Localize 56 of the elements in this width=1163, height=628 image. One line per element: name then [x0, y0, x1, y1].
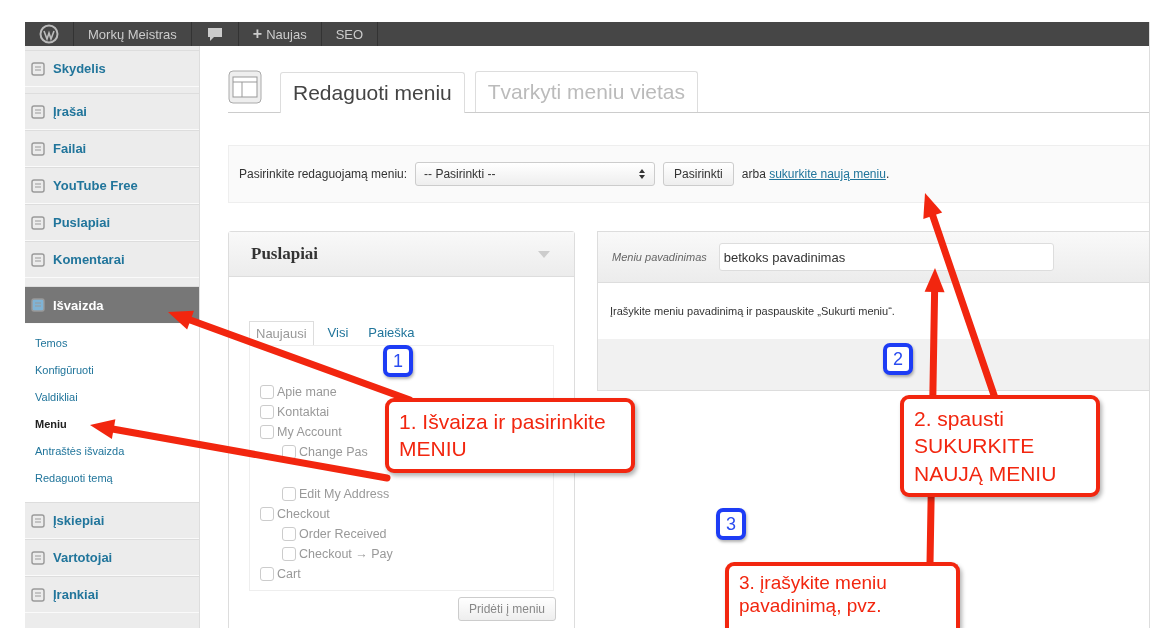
sidebar-item[interactable]: Failai — [25, 130, 199, 167]
menu-name-label: Meniu pavadinimas — [612, 251, 707, 263]
page-icon — [30, 103, 46, 120]
panel-title: Puslapiai — [251, 244, 319, 264]
page-icon — [30, 177, 46, 194]
step-number: 3 — [716, 508, 746, 540]
page-icon — [30, 297, 46, 313]
step-number: 2 — [883, 343, 913, 375]
page-icon — [30, 60, 46, 77]
menu-dropdown[interactable]: -- Pasirinkti -- — [415, 162, 656, 186]
page-checkbox[interactable]: Checkout → Pay — [282, 544, 393, 564]
create-menu-link[interactable]: sukurkite naują meniu — [769, 167, 886, 181]
submenu-item[interactable]: Meniu — [25, 411, 199, 438]
layout-icon — [228, 70, 262, 104]
create-menu-sentence: arba sukurkite naują meniu. — [741, 167, 890, 181]
page-checkbox[interactable]: My Account — [260, 422, 342, 442]
page-checkbox[interactable]: Apie mane — [260, 382, 337, 402]
sidebar-item[interactable]: Skydelis — [25, 50, 199, 87]
submenu-item[interactable]: Konfigūruoti — [25, 357, 199, 384]
page-icon — [30, 214, 46, 231]
sidebar-item[interactable]: Išvaizda — [25, 286, 199, 324]
sidebar-item[interactable]: Vartotojai — [25, 539, 199, 576]
submenu-item[interactable]: Valdikliai — [25, 384, 199, 411]
submenu-item[interactable]: Temos — [25, 330, 199, 357]
instruction-text: Įrašykite meniu pavadinimą ir paspauskite „Sukurti meniu“. — [610, 305, 895, 317]
page-icon — [30, 512, 46, 529]
sidebar-item[interactable]: Komentarai — [25, 241, 199, 278]
panel-tab[interactable]: Naujausi — [249, 321, 314, 345]
select-button[interactable]: Pasirinkti — [663, 162, 734, 186]
sidebar-item[interactable]: Įskiepiai — [25, 502, 199, 539]
page-checkbox[interactable]: Order Received — [282, 524, 387, 544]
select-label: Pasirinkite redaguojamą meniu: — [239, 167, 408, 181]
callout-note: 1. Išvaiza ir pasirinkite MENIU — [385, 398, 635, 473]
sidebar-item[interactable]: YouTube Free — [25, 167, 199, 204]
page-checkbox[interactable]: Cart — [260, 564, 301, 584]
sidebar-item[interactable]: Puslapiai — [25, 204, 199, 241]
submenu-item[interactable]: Redaguoti temą — [25, 465, 199, 492]
page-icon — [30, 549, 46, 566]
select-arrows-icon — [638, 168, 647, 180]
callout-note: 3. įrašykite meniu pavadinimą, pvz. — [725, 562, 960, 628]
sidebar-item[interactable]: Įrankiai — [25, 576, 199, 613]
page-checkbox[interactable]: Edit My Address — [282, 484, 390, 504]
nav-tab[interactable]: Redaguoti meniu — [280, 72, 465, 113]
page-checkbox[interactable]: Kontaktai — [260, 402, 330, 422]
menu-name-field[interactable]: betkoks pavadinimas — [718, 243, 1054, 271]
submenu-item[interactable]: Antraštės išvaizda — [25, 438, 199, 465]
panel-tab[interactable]: Visi — [321, 321, 355, 345]
callout-note: 2. spausti SUKURKITE NAUJĄ MENIU — [900, 395, 1100, 497]
sidebar-item[interactable]: Įrašai — [25, 93, 199, 130]
page-icon — [30, 251, 46, 268]
step-number: 1 — [383, 345, 413, 377]
panel-tab[interactable]: Paieška — [362, 321, 421, 345]
page-icon — [30, 140, 46, 157]
page-checkbox[interactable]: Change Pas — [282, 442, 368, 462]
page-icon — [30, 586, 46, 603]
page-checkbox[interactable]: Checkout — [260, 504, 330, 524]
